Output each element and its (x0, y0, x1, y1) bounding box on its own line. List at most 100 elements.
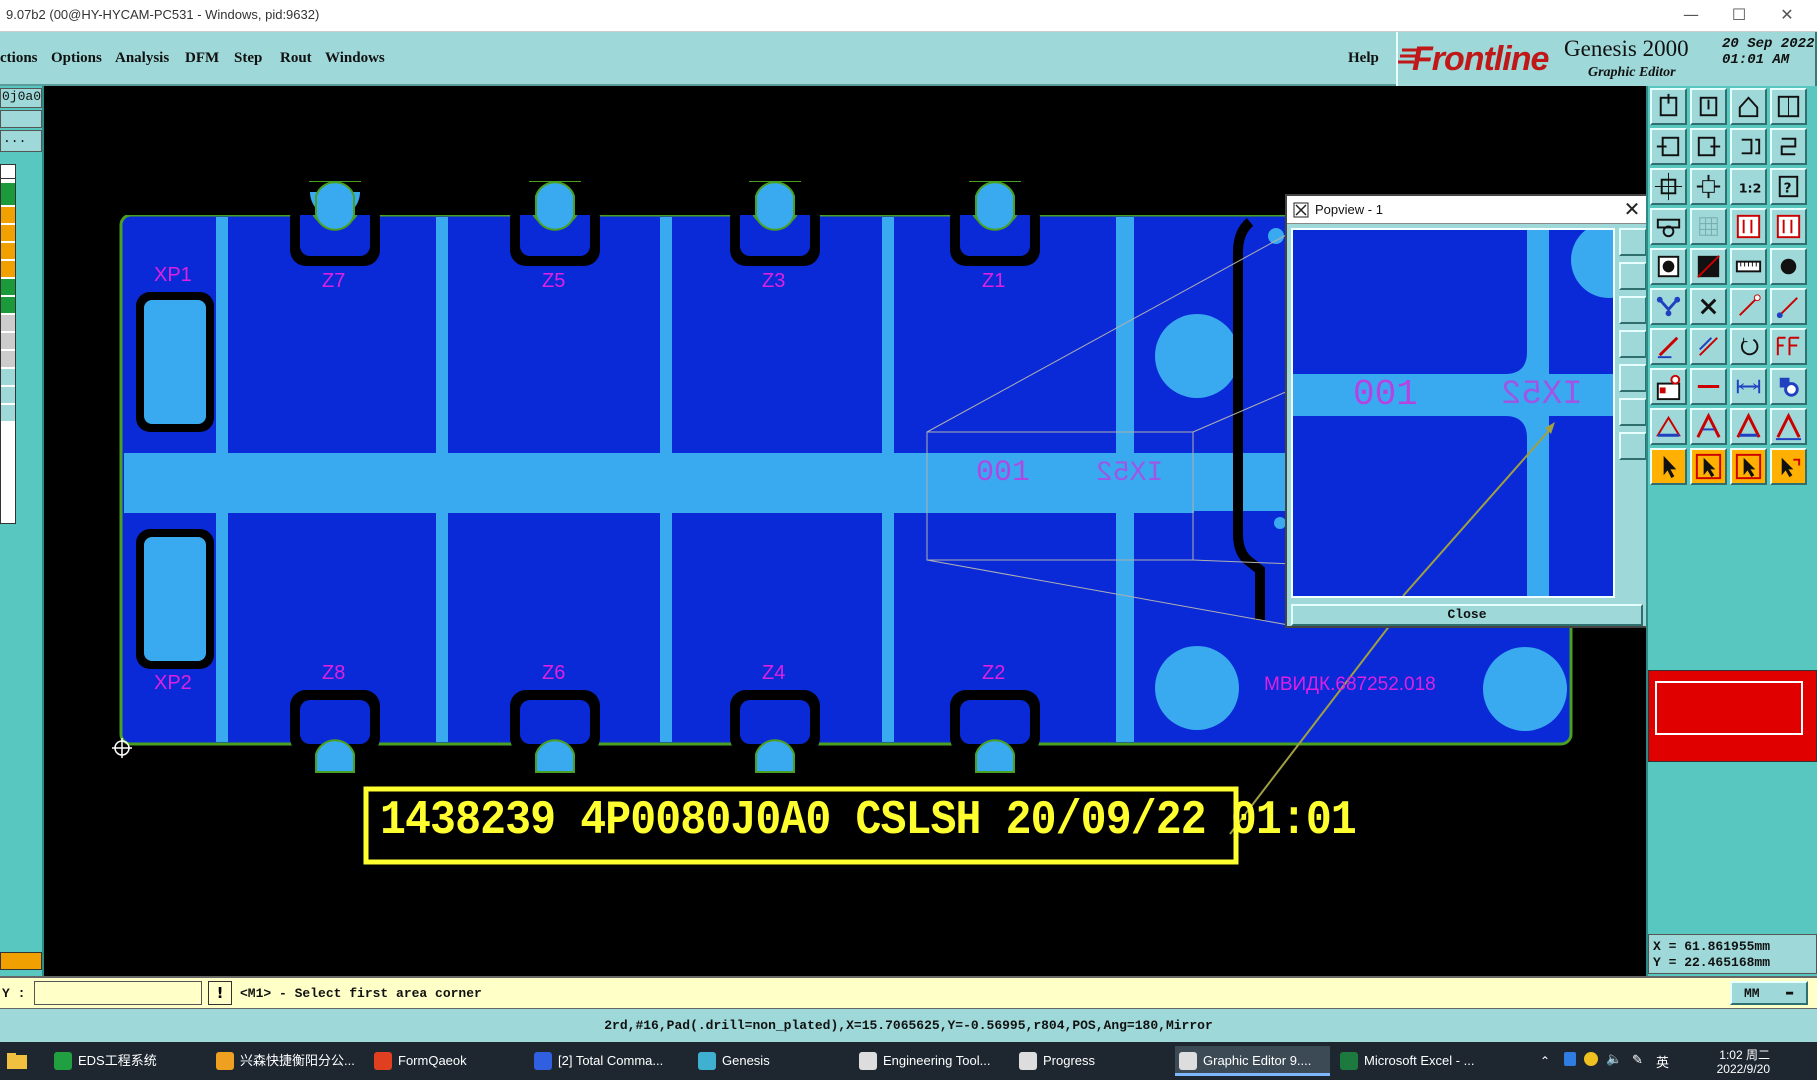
layer-swatch[interactable] (1, 169, 15, 179)
tool-pointer-c[interactable] (1730, 448, 1767, 485)
tray-chevron-icon[interactable]: ⌃ (1540, 1054, 1550, 1068)
maximize-button[interactable]: ☐ (1716, 0, 1762, 32)
taskbar-item[interactable]: Graphic Editor 9.... (1175, 1046, 1330, 1076)
warning-icon[interactable]: ! (208, 981, 232, 1005)
popview-tool-zoom-home[interactable] (1619, 228, 1647, 256)
tool-triangle-c[interactable] (1730, 408, 1767, 445)
layer-swatch[interactable] (1, 387, 15, 403)
pen-icon[interactable]: ✎ (1632, 1052, 1643, 1068)
tray-app-icon[interactable] (1584, 1052, 1598, 1066)
bluetooth-icon[interactable] (1564, 1052, 1576, 1066)
layer-swatch[interactable] (1, 405, 15, 421)
taskbar-item[interactable]: Engineering Tool... (855, 1046, 1009, 1076)
popview-tool-zoom-out[interactable] (1619, 432, 1647, 460)
popview-tool-zoom-in[interactable] (1619, 398, 1647, 426)
layer-swatch[interactable] (1, 369, 15, 385)
popview-tool-down[interactable] (1619, 296, 1647, 324)
tool-triangle-d[interactable] (1770, 408, 1807, 445)
command-input[interactable] (34, 981, 202, 1005)
tool-measure[interactable] (1650, 208, 1687, 245)
menu-actions[interactable]: ctions (0, 50, 38, 67)
step-field[interactable]: ... (0, 130, 42, 152)
taskbar-item[interactable]: 兴森快捷衡阳分公... (212, 1046, 364, 1076)
layer-swatch[interactable] (1, 297, 15, 313)
clock-date[interactable]: 2022/9/20 (1690, 1062, 1770, 1076)
menu-options[interactable]: Options (51, 50, 102, 67)
tool-pointer[interactable] (1650, 448, 1687, 485)
tool-triangle-b[interactable] (1690, 408, 1727, 445)
tool-line-c[interactable] (1650, 328, 1687, 365)
units-select[interactable]: MM ▬ (1730, 981, 1808, 1005)
tool-open[interactable] (1650, 88, 1687, 125)
popview-tool-up[interactable] (1619, 262, 1647, 290)
layer-swatch[interactable] (1, 261, 15, 277)
popview-tool-left[interactable] (1619, 330, 1647, 358)
tool-ruler[interactable] (1730, 248, 1767, 285)
tool-snap-b[interactable] (1770, 208, 1807, 245)
tool-net[interactable] (1650, 288, 1687, 325)
tool-cross[interactable] (1690, 288, 1727, 325)
taskbar-item[interactable]: FormQaeok (370, 1046, 524, 1076)
layer-swatch[interactable] (1, 225, 15, 241)
tool-select-pad[interactable] (1650, 248, 1687, 285)
menu-windows[interactable]: Windows (325, 50, 385, 67)
tool-pointer-b[interactable] (1690, 448, 1727, 485)
taskbar-item[interactable]: Microsoft Excel - ... (1336, 1046, 1488, 1076)
tool-home[interactable] (1730, 88, 1767, 125)
menu-dfm[interactable]: DFM (185, 50, 219, 67)
menu-step[interactable]: Step (234, 50, 262, 67)
layer-swatch[interactable] (1, 243, 15, 259)
layer-swatch[interactable] (1, 315, 15, 331)
tool-move[interactable] (1650, 368, 1687, 405)
taskbar-item[interactable]: Progress (1015, 1046, 1169, 1076)
menu-rout[interactable]: Rout (280, 50, 312, 67)
popview-titlebar[interactable]: Popview - 1 ✕ (1287, 196, 1647, 224)
minimize-button[interactable]: — (1668, 0, 1714, 32)
scroll-indicator[interactable] (0, 952, 42, 970)
menu-help[interactable]: Help (1348, 50, 1379, 67)
close-window-button[interactable]: ✕ (1764, 0, 1810, 32)
layer-list[interactable] (0, 164, 16, 524)
tool-size[interactable] (1730, 368, 1767, 405)
file-explorer-icon[interactable] (6, 1050, 28, 1072)
tool-pointer-d[interactable] (1770, 448, 1807, 485)
tool-snap-a[interactable] (1730, 208, 1767, 245)
popview-tool-right[interactable] (1619, 364, 1647, 392)
tool-split[interactable] (1690, 368, 1727, 405)
tool-line-a[interactable] (1730, 288, 1767, 325)
popview-close-button[interactable]: Close (1291, 604, 1643, 626)
menu-analysis[interactable]: Analysis (115, 50, 169, 67)
layer-swatch[interactable] (1, 207, 15, 223)
tool-line-b[interactable] (1770, 288, 1807, 325)
tool-pan[interactable] (1690, 168, 1727, 205)
tool-group[interactable] (1770, 368, 1807, 405)
layer-swatch[interactable] (1, 279, 15, 295)
tool-line-d[interactable] (1690, 328, 1727, 365)
tool-redo[interactable] (1770, 128, 1807, 165)
tool-layout[interactable] (1770, 88, 1807, 125)
tool-help[interactable]: ? (1770, 168, 1807, 205)
tool-triangle-a[interactable] (1650, 408, 1687, 445)
job-field[interactable]: 0j0a0 (0, 88, 42, 108)
tool-feature[interactable] (1770, 328, 1807, 365)
clock-time[interactable]: 1:02 周二 (1700, 1046, 1770, 1063)
tool-ratio[interactable]: 1:2 (1730, 168, 1767, 205)
volume-icon[interactable]: 🔈 (1606, 1051, 1622, 1067)
tool-circle[interactable] (1770, 248, 1807, 285)
tool-undo[interactable] (1730, 128, 1767, 165)
ime-indicator[interactable]: 英 (1656, 1052, 1669, 1071)
layer-swatch[interactable] (1, 351, 15, 367)
popview-window[interactable]: Popview - 1 ✕ 001 IX52 Close (1285, 194, 1649, 628)
taskbar-item[interactable]: [2] Total Comma... (530, 1046, 688, 1076)
tool-copy-left[interactable] (1650, 128, 1687, 165)
taskbar-item[interactable]: Genesis (694, 1046, 848, 1076)
layer-swatch[interactable] (1, 333, 15, 349)
taskbar-item[interactable]: EDS工程系统 (50, 1046, 206, 1076)
tool-zoom-fit[interactable] (1650, 168, 1687, 205)
tool-select-area[interactable] (1690, 248, 1727, 285)
tool-save[interactable] (1690, 88, 1727, 125)
tool-arc[interactable] (1730, 328, 1767, 365)
layer-swatch[interactable] (1, 183, 15, 205)
tool-grid[interactable] (1690, 208, 1727, 245)
tool-copy-right[interactable] (1690, 128, 1727, 165)
